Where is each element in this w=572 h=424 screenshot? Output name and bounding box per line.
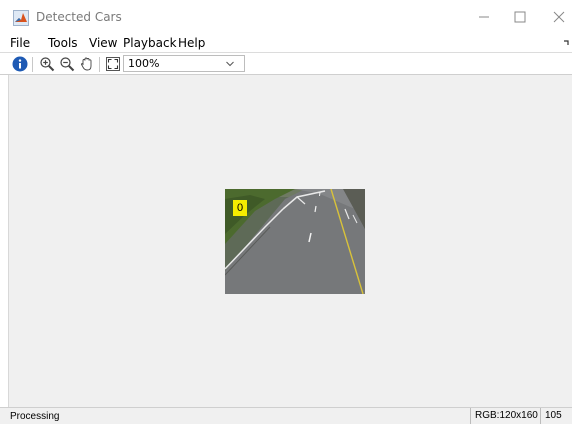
toolbar-separator: [32, 57, 33, 72]
zoom-in-icon[interactable]: [39, 56, 55, 72]
video-frame: 0: [225, 189, 365, 294]
chevron-down-icon: [226, 61, 234, 67]
zoom-out-icon[interactable]: [59, 56, 75, 72]
menu-tools[interactable]: Tools: [48, 36, 78, 50]
menu-bar: File Tools View Playback Help: [0, 32, 572, 52]
toolbar: 100%: [0, 52, 572, 75]
menu-help[interactable]: Help: [178, 36, 205, 50]
image-info-field: RGB:120x160: [470, 408, 538, 424]
pan-hand-icon[interactable]: [79, 56, 95, 72]
zoom-level-select[interactable]: 100%: [123, 55, 245, 72]
frame-number-field: 105: [540, 408, 572, 424]
zoom-level-value: 100%: [128, 57, 160, 70]
dock-arrow-icon[interactable]: [563, 39, 570, 46]
info-icon[interactable]: [12, 56, 28, 72]
title-bar: Detected Cars: [0, 0, 572, 32]
toolbar-separator: [99, 57, 100, 72]
window-title: Detected Cars: [36, 10, 122, 24]
detection-count-label: 0: [233, 200, 247, 216]
menu-file[interactable]: File: [10, 36, 30, 50]
status-text: Processing: [10, 411, 60, 422]
image-viewport[interactable]: 0: [8, 75, 572, 407]
status-bar: Processing RGB:120x160 105: [0, 407, 572, 424]
fit-to-window-icon[interactable]: [105, 56, 121, 72]
minimize-icon[interactable]: [474, 8, 494, 26]
close-icon[interactable]: [549, 8, 569, 26]
menu-playback[interactable]: Playback: [123, 36, 177, 50]
matlab-icon: [13, 10, 29, 26]
maximize-icon[interactable]: [510, 8, 530, 26]
menu-view[interactable]: View: [89, 36, 117, 50]
